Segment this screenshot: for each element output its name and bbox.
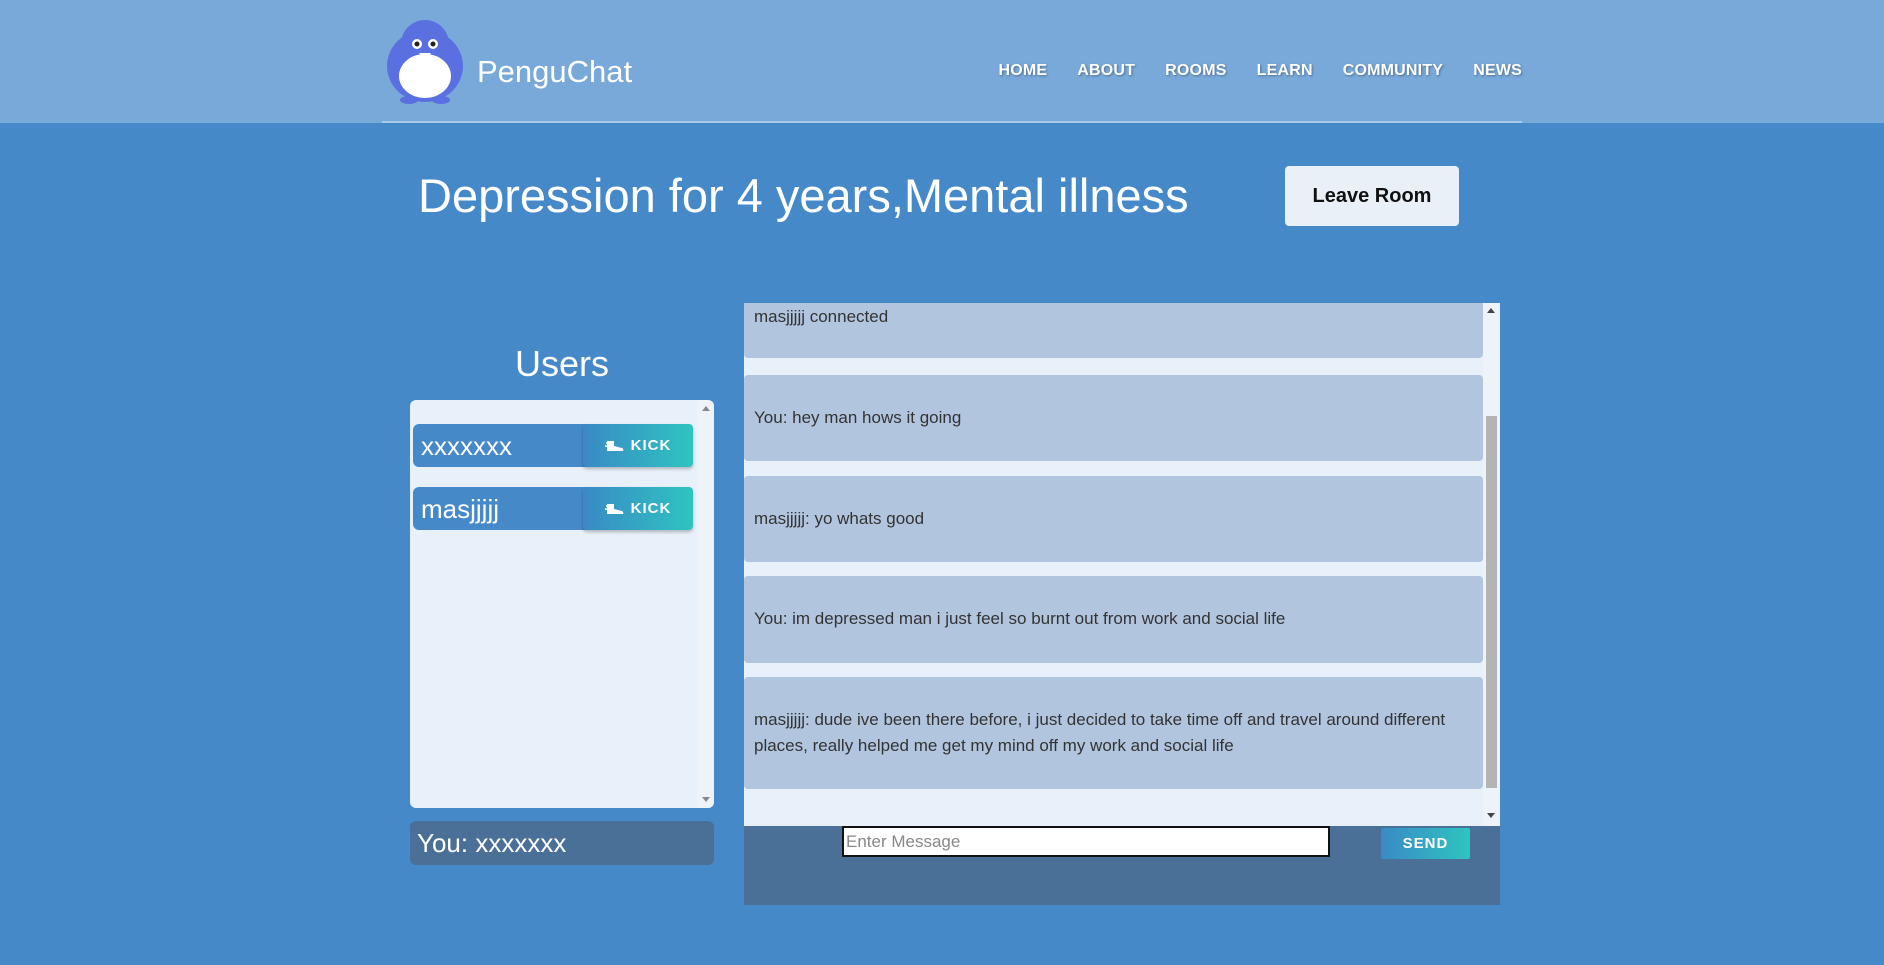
- scroll-up-icon[interactable]: [1487, 308, 1495, 313]
- scrollbar-thumb[interactable]: [1486, 416, 1497, 788]
- message-input[interactable]: [842, 826, 1330, 857]
- user-name: xxxxxxx: [421, 431, 512, 461]
- chat-message: You: hey man hows it going: [744, 375, 1483, 461]
- chat-message: masjjjjj: dude ive been there before, i …: [744, 677, 1483, 789]
- room-title: Depression for 4 years,Mental illness: [418, 169, 1189, 222]
- current-user-label: You: xxxxxxx: [417, 828, 567, 858]
- nav-learn[interactable]: LEARN: [1257, 62, 1313, 80]
- nav-community[interactable]: COMMUNITY: [1343, 62, 1443, 80]
- users-list-panel[interactable]: xxxxxxx KICK masjjjjj KICK: [410, 400, 714, 808]
- chat-message: You: im depressed man i just feel so bur…: [744, 576, 1483, 663]
- users-heading: Users: [514, 343, 609, 384]
- nav-news[interactable]: NEWS: [1473, 62, 1522, 80]
- user-row: masjjjjj KICK: [413, 487, 693, 530]
- navbar-divider: [382, 121, 1522, 123]
- kick-button[interactable]: KICK: [583, 487, 693, 530]
- nav-rooms[interactable]: ROOMS: [1165, 62, 1226, 80]
- current-user-bar: You: xxxxxxx: [410, 821, 714, 865]
- scroll-down-icon[interactable]: [1487, 813, 1495, 818]
- boot-icon: [604, 440, 623, 451]
- penguin-logo-icon[interactable]: [384, 18, 466, 104]
- boot-icon: [604, 503, 623, 514]
- top-navbar: PenguChat HOME ABOUT ROOMS LEARN COMMUNI…: [0, 0, 1884, 123]
- chat-scrollbar[interactable]: [1483, 303, 1500, 826]
- users-scrollbar[interactable]: [697, 400, 714, 808]
- nav-about[interactable]: ABOUT: [1077, 62, 1135, 80]
- chat-message: masjjjjj connected: [744, 303, 1483, 358]
- nav-home[interactable]: HOME: [998, 62, 1047, 80]
- kick-button[interactable]: KICK: [583, 424, 693, 467]
- kick-label: KICK: [630, 500, 672, 517]
- scroll-up-icon[interactable]: [702, 406, 710, 411]
- leave-room-button[interactable]: Leave Room: [1285, 166, 1459, 226]
- main-nav: HOME ABOUT ROOMS LEARN COMMUNITY NEWS: [968, 62, 1522, 80]
- brand-name[interactable]: PenguChat: [477, 52, 632, 92]
- user-name: masjjjjj: [421, 494, 499, 524]
- send-button[interactable]: SEND: [1381, 828, 1470, 859]
- chat-messages-panel[interactable]: masjjjjj connected You: hey man hows it …: [744, 303, 1500, 826]
- chat-message: masjjjjj: yo whats good: [744, 476, 1483, 562]
- kick-label: KICK: [630, 437, 672, 454]
- message-input-area: SEND: [744, 826, 1500, 905]
- user-row: xxxxxxx KICK: [413, 424, 693, 467]
- scroll-down-icon[interactable]: [702, 797, 710, 802]
